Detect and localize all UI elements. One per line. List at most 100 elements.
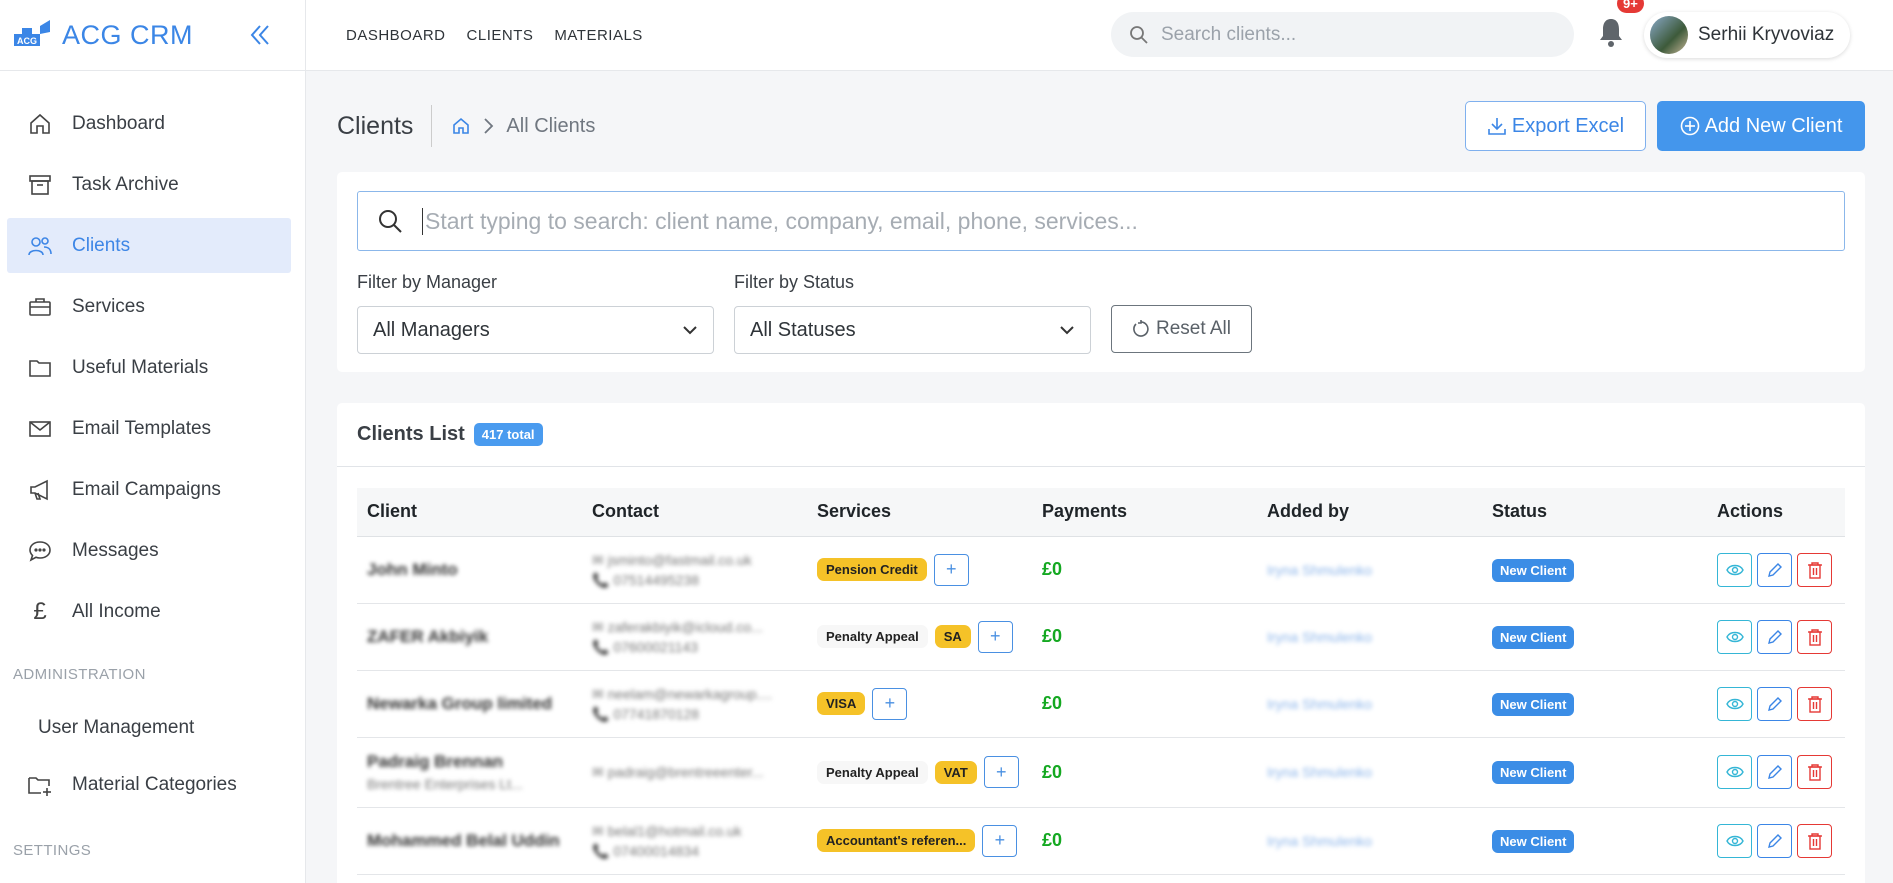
column-header-payments: Payments — [1032, 488, 1257, 537]
sidebar-item-label: Email Templates — [72, 417, 212, 439]
collapse-sidebar-button[interactable] — [247, 22, 273, 48]
archive-icon — [26, 171, 54, 199]
folder-icon — [26, 354, 54, 382]
client-name[interactable]: Mohammed Belal Uddin — [367, 831, 582, 851]
edit-button[interactable] — [1757, 755, 1792, 789]
sidebar-item-label: User Management — [38, 717, 195, 738]
client-email: ✉ belal1@hotmail.co.uk — [592, 822, 742, 839]
client-name[interactable]: ZAFER Akbiyik — [367, 627, 582, 647]
status-filter-label: Filter by Status — [734, 272, 855, 292]
table-row: Padraig Brennan Brentree Enterprises Lt..… — [357, 737, 1845, 808]
megaphone-icon — [26, 476, 54, 504]
delete-button[interactable] — [1797, 686, 1832, 721]
view-button[interactable] — [1717, 823, 1752, 858]
topnav-materials[interactable]: MATERIALS — [554, 27, 642, 44]
client-search-input[interactable] — [422, 207, 1822, 235]
clients-list-card: Clients List 417 total Client Contact Se… — [337, 403, 1865, 883]
status-badge: New Client — [1492, 625, 1575, 649]
status-badge: New Client — [1492, 761, 1575, 784]
top-nav: DASHBOARD CLIENTS MATERIALS — [346, 27, 664, 44]
notification-badge: 9+ — [1617, 0, 1644, 13]
column-header-services: Services — [807, 488, 1032, 537]
export-excel-label: Export Excel — [1511, 114, 1625, 137]
sidebar-item-label: Services — [72, 295, 145, 317]
pencil-icon — [1767, 696, 1782, 711]
client-company: Brentree Enterprises Lt... — [367, 776, 523, 792]
reset-all-button[interactable]: Reset All — [1111, 305, 1252, 353]
download-icon — [1488, 118, 1506, 135]
table-row: John Minto ✉ jsminto@fastmail.co.uk 📞 075… — [357, 536, 1845, 604]
export-excel-button[interactable]: Export Excel — [1465, 101, 1646, 151]
plus-circle-icon — [1680, 116, 1699, 136]
page-title: Clients — [337, 105, 433, 147]
bell-icon[interactable] — [1595, 16, 1627, 50]
added-by: Iryna Shmulenko — [1267, 628, 1373, 645]
eye-icon — [1725, 766, 1744, 778]
sidebar-item-user-management[interactable]: User Management — [0, 703, 305, 753]
client-search — [357, 191, 1845, 251]
sidebar-item-all-income[interactable]: £ All Income — [7, 584, 291, 639]
delete-button[interactable] — [1797, 552, 1832, 587]
settings-section-title: SETTINGS — [13, 842, 92, 859]
topnav-clients[interactable]: CLIENTS — [467, 27, 534, 44]
delete-button[interactable] — [1797, 755, 1832, 789]
edit-button[interactable] — [1757, 686, 1792, 721]
view-button[interactable] — [1717, 552, 1752, 587]
status-filter-select[interactable]: All Statuses — [734, 306, 1091, 354]
client-name[interactable]: John Minto — [367, 560, 582, 580]
breadcrumb: All Clients — [452, 115, 595, 138]
filters-card: Filter by Manager All Managers Filter by… — [337, 172, 1865, 372]
edit-button[interactable] — [1757, 823, 1792, 858]
add-service-button[interactable]: + — [872, 687, 908, 720]
sidebar-item-label: Dashboard — [72, 112, 165, 134]
manager-filter-select[interactable]: All Managers — [357, 306, 714, 354]
sidebar-item-email-templates[interactable]: Email Templates — [7, 401, 291, 456]
payment-amount: £0 — [1042, 761, 1063, 782]
user-menu[interactable]: Serhii Kryvoviaz — [1644, 12, 1850, 58]
client-phone: 📞 07514495238 — [592, 571, 699, 588]
client-email: ✉ zaferakbiyik@icloud.co... — [592, 618, 763, 635]
home-icon[interactable] — [452, 117, 470, 135]
sidebar-item-useful-materials[interactable]: Useful Materials — [7, 340, 291, 395]
sidebar-item-messages[interactable]: Messages — [7, 523, 291, 578]
add-service-button[interactable]: + — [933, 553, 969, 586]
payment-amount: £0 — [1042, 693, 1063, 713]
added-by: Iryna Shmulenko — [1267, 832, 1373, 849]
client-name[interactable]: Newarka Group limited — [367, 694, 582, 714]
client-email: ✉ padraig@brentreeenter... — [592, 764, 764, 780]
sidebar-item-services[interactable]: Services — [7, 279, 291, 334]
delete-button[interactable] — [1797, 823, 1832, 858]
sidebar-item-email-campaigns[interactable]: Email Campaigns — [7, 462, 291, 517]
view-button[interactable] — [1717, 755, 1752, 789]
logo-icon: ACG — [14, 20, 50, 46]
view-button[interactable] — [1717, 619, 1752, 654]
column-header-contact: Contact — [582, 488, 807, 537]
sidebar-nav: Dashboard Task Archive Clients Services … — [0, 71, 305, 876]
edit-button[interactable] — [1757, 552, 1792, 587]
eye-icon — [1725, 631, 1744, 642]
payment-amount: £0 — [1042, 830, 1063, 850]
sidebar-item-dashboard[interactable]: Dashboard — [7, 96, 291, 151]
add-service-button[interactable]: + — [977, 620, 1013, 653]
added-by: Iryna Shmulenko — [1267, 695, 1373, 712]
search-icon — [1130, 25, 1148, 44]
briefcase-icon — [26, 293, 54, 321]
sidebar-item-task-archive[interactable]: Task Archive — [7, 157, 291, 212]
pencil-icon — [1767, 629, 1782, 644]
pencil-icon — [1767, 562, 1782, 577]
client-phone: 📞 07741870128 — [592, 705, 699, 722]
user-name: Serhii Kryvoviaz — [1698, 24, 1835, 45]
add-service-button[interactable]: + — [982, 824, 1018, 857]
sidebar-item-label: Messages — [72, 539, 159, 561]
delete-button[interactable] — [1797, 619, 1832, 654]
top-search-input[interactable] — [1161, 23, 1541, 46]
add-new-client-button[interactable]: Add New Client — [1657, 101, 1865, 151]
client-name[interactable]: Padraig Brennan — [367, 752, 582, 772]
view-button[interactable] — [1717, 686, 1752, 721]
add-service-button[interactable]: + — [983, 756, 1019, 788]
sidebar-item-clients[interactable]: Clients — [7, 218, 291, 273]
sidebar-item-material-categories[interactable]: Material Categories — [7, 757, 291, 812]
sidebar: ACG ACG CRM Dashboard Task Archive Clien… — [0, 0, 306, 883]
topnav-dashboard[interactable]: DASHBOARD — [346, 27, 446, 44]
edit-button[interactable] — [1757, 619, 1792, 654]
